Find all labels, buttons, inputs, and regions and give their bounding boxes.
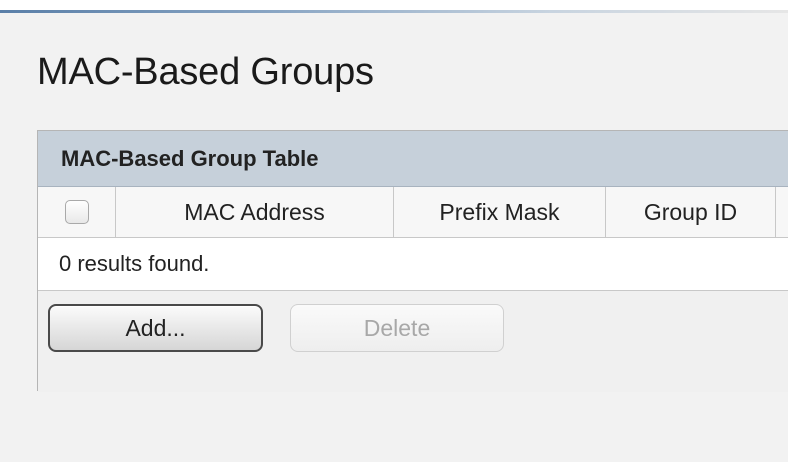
column-header-row: MAC Address Prefix Mask Group ID (38, 187, 788, 238)
table-title: MAC-Based Group Table (61, 145, 319, 171)
column-header-filler (776, 187, 788, 237)
column-header-group-id[interactable]: Group ID (606, 187, 776, 237)
column-header-mac-address[interactable]: MAC Address (116, 187, 394, 237)
column-header-prefix-mask[interactable]: Prefix Mask (394, 187, 606, 237)
table-action-bar: Add... Delete (38, 291, 788, 392)
delete-button: Delete (290, 304, 504, 352)
select-all-cell (38, 187, 116, 237)
results-count-text: 0 results found. (59, 251, 210, 276)
results-count-row: 0 results found. (38, 238, 788, 291)
add-button[interactable]: Add... (48, 304, 263, 352)
top-banner-line (0, 0, 788, 13)
select-all-checkbox[interactable] (64, 200, 89, 224)
mac-group-table-panel: MAC-Based Group Table MAC Address Prefix… (37, 130, 788, 392)
table-header-bar: MAC-Based Group Table (38, 131, 788, 187)
page-title: MAC-Based Groups (37, 51, 374, 93)
